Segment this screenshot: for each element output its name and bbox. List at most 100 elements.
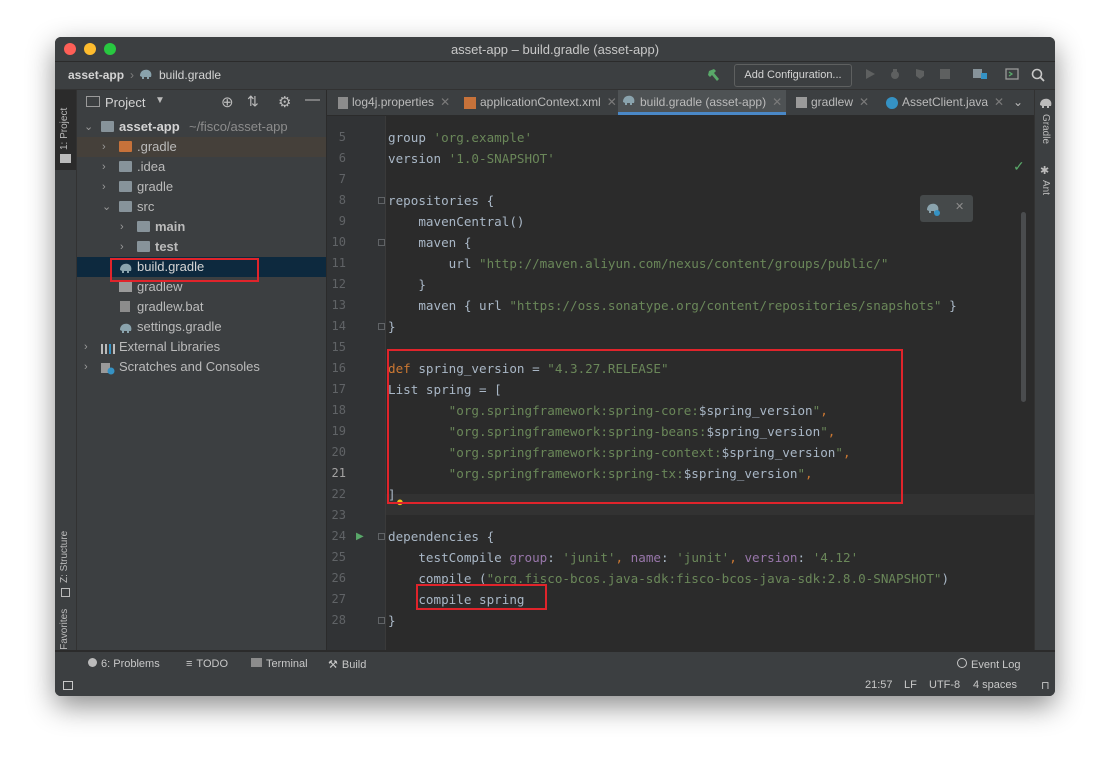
structure-icon bbox=[61, 588, 70, 597]
tree-item-asset-app[interactable]: ⌄ asset-app ~/fisco/asset-app bbox=[77, 117, 326, 137]
code-line[interactable]: group 'org.example' bbox=[388, 130, 532, 145]
project-structure-icon[interactable] bbox=[973, 68, 987, 82]
code-line[interactable]: version '1.0-SNAPSHOT' bbox=[388, 151, 555, 166]
locate-crosshair-icon[interactable]: ⊕ bbox=[221, 93, 234, 111]
lock-icon[interactable]: ⊓ bbox=[1041, 679, 1050, 692]
tree-item-test[interactable]: › test bbox=[77, 237, 326, 257]
code-line[interactable]: dependencies { bbox=[388, 529, 494, 544]
code-token: } bbox=[388, 319, 396, 334]
gradle-reload-icon[interactable] bbox=[926, 201, 942, 222]
folder-icon bbox=[119, 181, 132, 192]
fold-marker-icon[interactable] bbox=[378, 617, 385, 624]
source-folder-icon bbox=[137, 221, 150, 232]
close-tab-icon[interactable]: ✕ bbox=[859, 95, 869, 109]
code-line[interactable]: maven { bbox=[388, 235, 471, 250]
gradle-tool-icon[interactable] bbox=[1039, 96, 1053, 114]
run-gutter-icon[interactable]: ▶ bbox=[356, 531, 364, 542]
close-popup-icon[interactable]: ✕ bbox=[955, 200, 964, 213]
close-tab-icon[interactable]: ✕ bbox=[607, 95, 617, 109]
project-view-selector[interactable]: Project bbox=[105, 95, 145, 110]
debug-icon[interactable] bbox=[888, 68, 902, 82]
chevron-right-icon[interactable]: › bbox=[84, 337, 94, 357]
tree-item-gradlew-bat[interactable]: gradlew.bat bbox=[77, 297, 326, 317]
hide-panel-icon[interactable]: — bbox=[305, 91, 320, 108]
line-number: 28 bbox=[331, 613, 346, 627]
tree-item-dot-idea[interactable]: › .idea bbox=[77, 157, 326, 177]
project-tool-label[interactable]: 1: Project bbox=[59, 108, 70, 150]
code-line[interactable]: } bbox=[388, 277, 426, 292]
gradle-tool-label[interactable]: Gradle bbox=[1040, 114, 1051, 144]
no-problems-check-icon[interactable]: ✓ bbox=[1013, 158, 1025, 175]
coverage-icon[interactable] bbox=[913, 68, 927, 82]
vertical-scrollbar[interactable] bbox=[1021, 212, 1026, 402]
chevron-down-icon[interactable]: ⌄ bbox=[102, 197, 112, 217]
code-token: version bbox=[744, 550, 798, 565]
chevron-down-icon[interactable]: ⌄ bbox=[84, 117, 94, 137]
ant-tool-label[interactable]: Ant bbox=[1040, 180, 1051, 195]
tree-item-external-libraries[interactable]: › External Libraries bbox=[77, 337, 326, 357]
code-line[interactable]: repositories { bbox=[388, 193, 494, 208]
todo-tool-button[interactable]: ≡ TODO bbox=[186, 658, 228, 670]
fold-marker-icon[interactable] bbox=[378, 533, 385, 540]
close-tab-icon[interactable]: ✕ bbox=[994, 95, 1004, 109]
dropdown-arrow-icon[interactable]: ▼ bbox=[155, 95, 165, 106]
build-tool-button[interactable]: ⚒ Build bbox=[328, 658, 366, 671]
tab-build-gradle[interactable]: build.gradle (asset-app) ✕ bbox=[618, 90, 787, 115]
chevron-right-icon[interactable]: › bbox=[84, 357, 94, 377]
run-anything-icon[interactable] bbox=[1005, 68, 1019, 82]
event-log-button[interactable]: Event Log bbox=[957, 658, 1021, 671]
line-number: 11 bbox=[331, 256, 346, 270]
code-token: : bbox=[661, 550, 677, 565]
code-token: ) bbox=[941, 571, 950, 586]
line-separator[interactable]: LF bbox=[904, 679, 917, 691]
breadcrumb-file[interactable]: build.gradle bbox=[159, 68, 221, 82]
caret-position[interactable]: 21:57 bbox=[865, 679, 893, 691]
tree-item-scratches[interactable]: › Scratches and Consoles bbox=[77, 357, 326, 377]
toggle-tool-windows-icon[interactable] bbox=[63, 681, 73, 690]
chevron-right-icon[interactable]: › bbox=[102, 157, 112, 177]
line-number: 15 bbox=[331, 340, 346, 354]
tree-item-src[interactable]: ⌄ src bbox=[77, 197, 326, 217]
tree-item-gradle-folder[interactable]: › gradle bbox=[77, 177, 326, 197]
code-line[interactable]: mavenCentral() bbox=[388, 214, 524, 229]
indent-settings[interactable]: 4 spaces bbox=[973, 679, 1017, 691]
tab-application-context[interactable]: applicationContext.xml ✕ bbox=[464, 90, 617, 115]
file-encoding[interactable]: UTF-8 bbox=[929, 679, 960, 691]
terminal-tool-button[interactable]: Terminal bbox=[251, 658, 308, 670]
tree-item-label: Scratches and Consoles bbox=[119, 359, 260, 374]
show-hidden-tabs-icon[interactable]: ⌄ bbox=[1013, 95, 1023, 109]
code-line[interactable]: maven { url "https://oss.sonatype.org/co… bbox=[388, 298, 956, 313]
project-panel: Project ▼ ⊕ ⇅ ⚙ — ⌄ asset-app ~/fisco/as… bbox=[77, 90, 327, 650]
tab-log4j-properties[interactable]: log4j.properties ✕ bbox=[338, 90, 450, 115]
search-everywhere-icon[interactable] bbox=[1031, 68, 1045, 82]
add-configuration-button[interactable]: Add Configuration... bbox=[734, 64, 852, 87]
build-hammer-icon[interactable] bbox=[707, 68, 721, 82]
tree-item-settings-gradle[interactable]: settings.gradle bbox=[77, 317, 326, 337]
code-line[interactable]: url "http://maven.aliyun.com/nexus/conte… bbox=[388, 256, 889, 271]
structure-tool-label[interactable]: Z: Structure bbox=[59, 531, 70, 583]
breadcrumb-project[interactable]: asset-app bbox=[68, 68, 124, 82]
tree-item-main[interactable]: › main bbox=[77, 217, 326, 237]
fold-marker-icon[interactable] bbox=[378, 197, 385, 204]
chevron-right-icon[interactable]: › bbox=[102, 137, 112, 157]
problems-tool-button[interactable]: 6: Problems bbox=[88, 658, 160, 670]
close-tab-icon[interactable]: ✕ bbox=[772, 95, 782, 109]
run-icon[interactable] bbox=[863, 68, 877, 82]
highlight-box-build-gradle bbox=[110, 258, 259, 282]
code-line[interactable]: } bbox=[388, 613, 396, 628]
collapse-all-icon[interactable]: ⇅ bbox=[247, 93, 259, 110]
close-tab-icon[interactable]: ✕ bbox=[440, 95, 450, 109]
chevron-right-icon[interactable]: › bbox=[120, 237, 130, 257]
stop-icon[interactable] bbox=[938, 68, 952, 82]
tab-asset-client-java[interactable]: AssetClient.java ✕ bbox=[886, 90, 1004, 115]
code-line[interactable]: testCompile group: 'junit', name: 'junit… bbox=[388, 550, 858, 565]
code-token: '4.12' bbox=[812, 550, 859, 565]
settings-gear-icon[interactable]: ⚙ bbox=[278, 93, 291, 111]
chevron-right-icon[interactable]: › bbox=[120, 217, 130, 237]
tree-item-dot-gradle[interactable]: › .gradle bbox=[77, 137, 326, 157]
fold-marker-icon[interactable] bbox=[378, 323, 385, 330]
tab-gradlew[interactable]: gradlew ✕ bbox=[796, 90, 869, 115]
chevron-right-icon[interactable]: › bbox=[102, 177, 112, 197]
code-line[interactable]: } bbox=[388, 319, 396, 334]
fold-marker-icon[interactable] bbox=[378, 239, 385, 246]
